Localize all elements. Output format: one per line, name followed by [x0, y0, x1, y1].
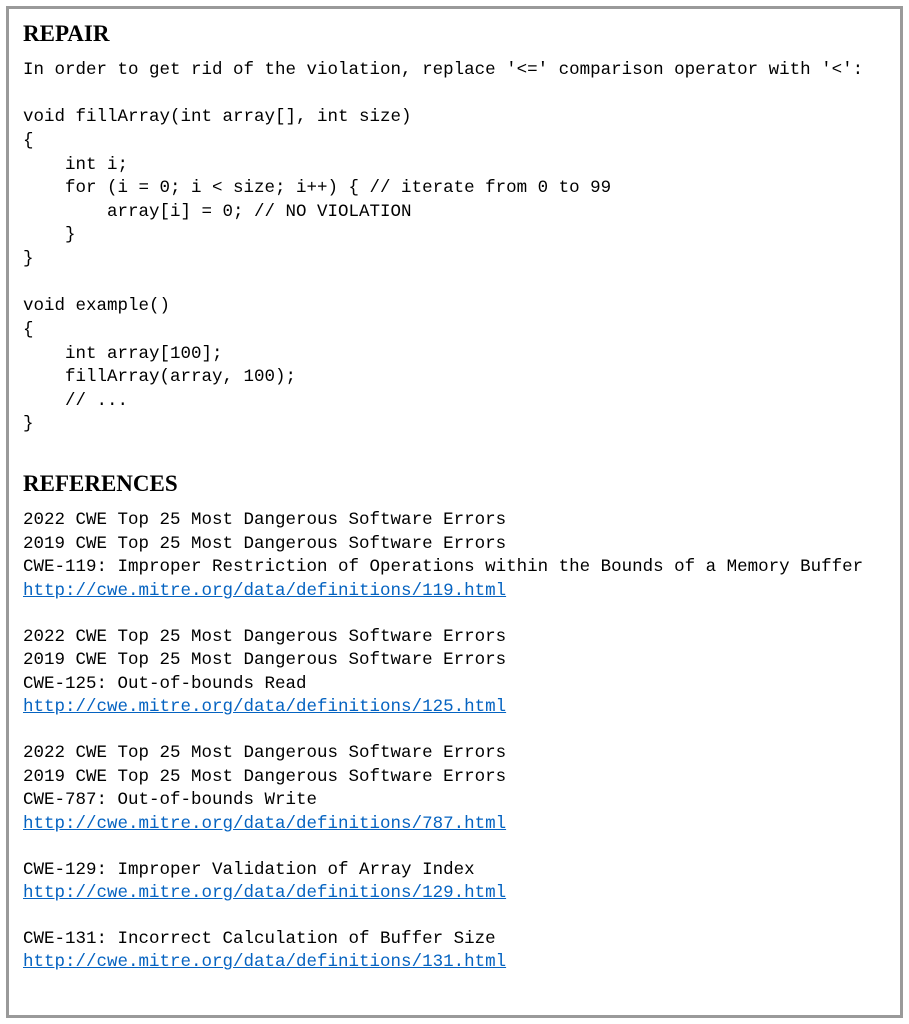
references-heading: REFERENCES — [23, 471, 886, 497]
reference-line: CWE-787: Out-of-bounds Write — [23, 789, 886, 813]
reference-link[interactable]: http://cwe.mitre.org/data/definitions/12… — [23, 697, 506, 717]
reference-line: 2022 CWE Top 25 Most Dangerous Software … — [23, 742, 886, 766]
reference-block: 2022 CWE Top 25 Most Dangerous Software … — [23, 509, 886, 604]
document-frame: REPAIR In order to get rid of the violat… — [6, 6, 903, 1018]
reference-block: CWE-131: Incorrect Calculation of Buffer… — [23, 928, 886, 975]
reference-line: CWE-119: Improper Restriction of Operati… — [23, 556, 886, 580]
reference-line: CWE-125: Out-of-bounds Read — [23, 673, 886, 697]
reference-link[interactable]: http://cwe.mitre.org/data/definitions/11… — [23, 581, 506, 601]
reference-line: CWE-129: Improper Validation of Array In… — [23, 859, 886, 883]
repair-heading: REPAIR — [23, 21, 886, 47]
reference-block: CWE-129: Improper Validation of Array In… — [23, 859, 886, 906]
blank-line — [23, 83, 886, 107]
reference-block: 2022 CWE Top 25 Most Dangerous Software … — [23, 626, 886, 721]
repair-code-block: void fillArray(int array[], int size) { … — [23, 106, 886, 437]
reference-line: 2019 CWE Top 25 Most Dangerous Software … — [23, 533, 886, 557]
reference-link[interactable]: http://cwe.mitre.org/data/definitions/78… — [23, 814, 506, 834]
reference-link[interactable]: http://cwe.mitre.org/data/definitions/13… — [23, 952, 506, 972]
reference-line: 2022 CWE Top 25 Most Dangerous Software … — [23, 626, 886, 650]
reference-line: 2019 CWE Top 25 Most Dangerous Software … — [23, 766, 886, 790]
reference-link[interactable]: http://cwe.mitre.org/data/definitions/12… — [23, 883, 506, 903]
reference-line: 2019 CWE Top 25 Most Dangerous Software … — [23, 649, 886, 673]
reference-block: 2022 CWE Top 25 Most Dangerous Software … — [23, 742, 886, 837]
reference-line: 2022 CWE Top 25 Most Dangerous Software … — [23, 509, 886, 533]
repair-intro: In order to get rid of the violation, re… — [23, 59, 886, 83]
reference-line: CWE-131: Incorrect Calculation of Buffer… — [23, 928, 886, 952]
